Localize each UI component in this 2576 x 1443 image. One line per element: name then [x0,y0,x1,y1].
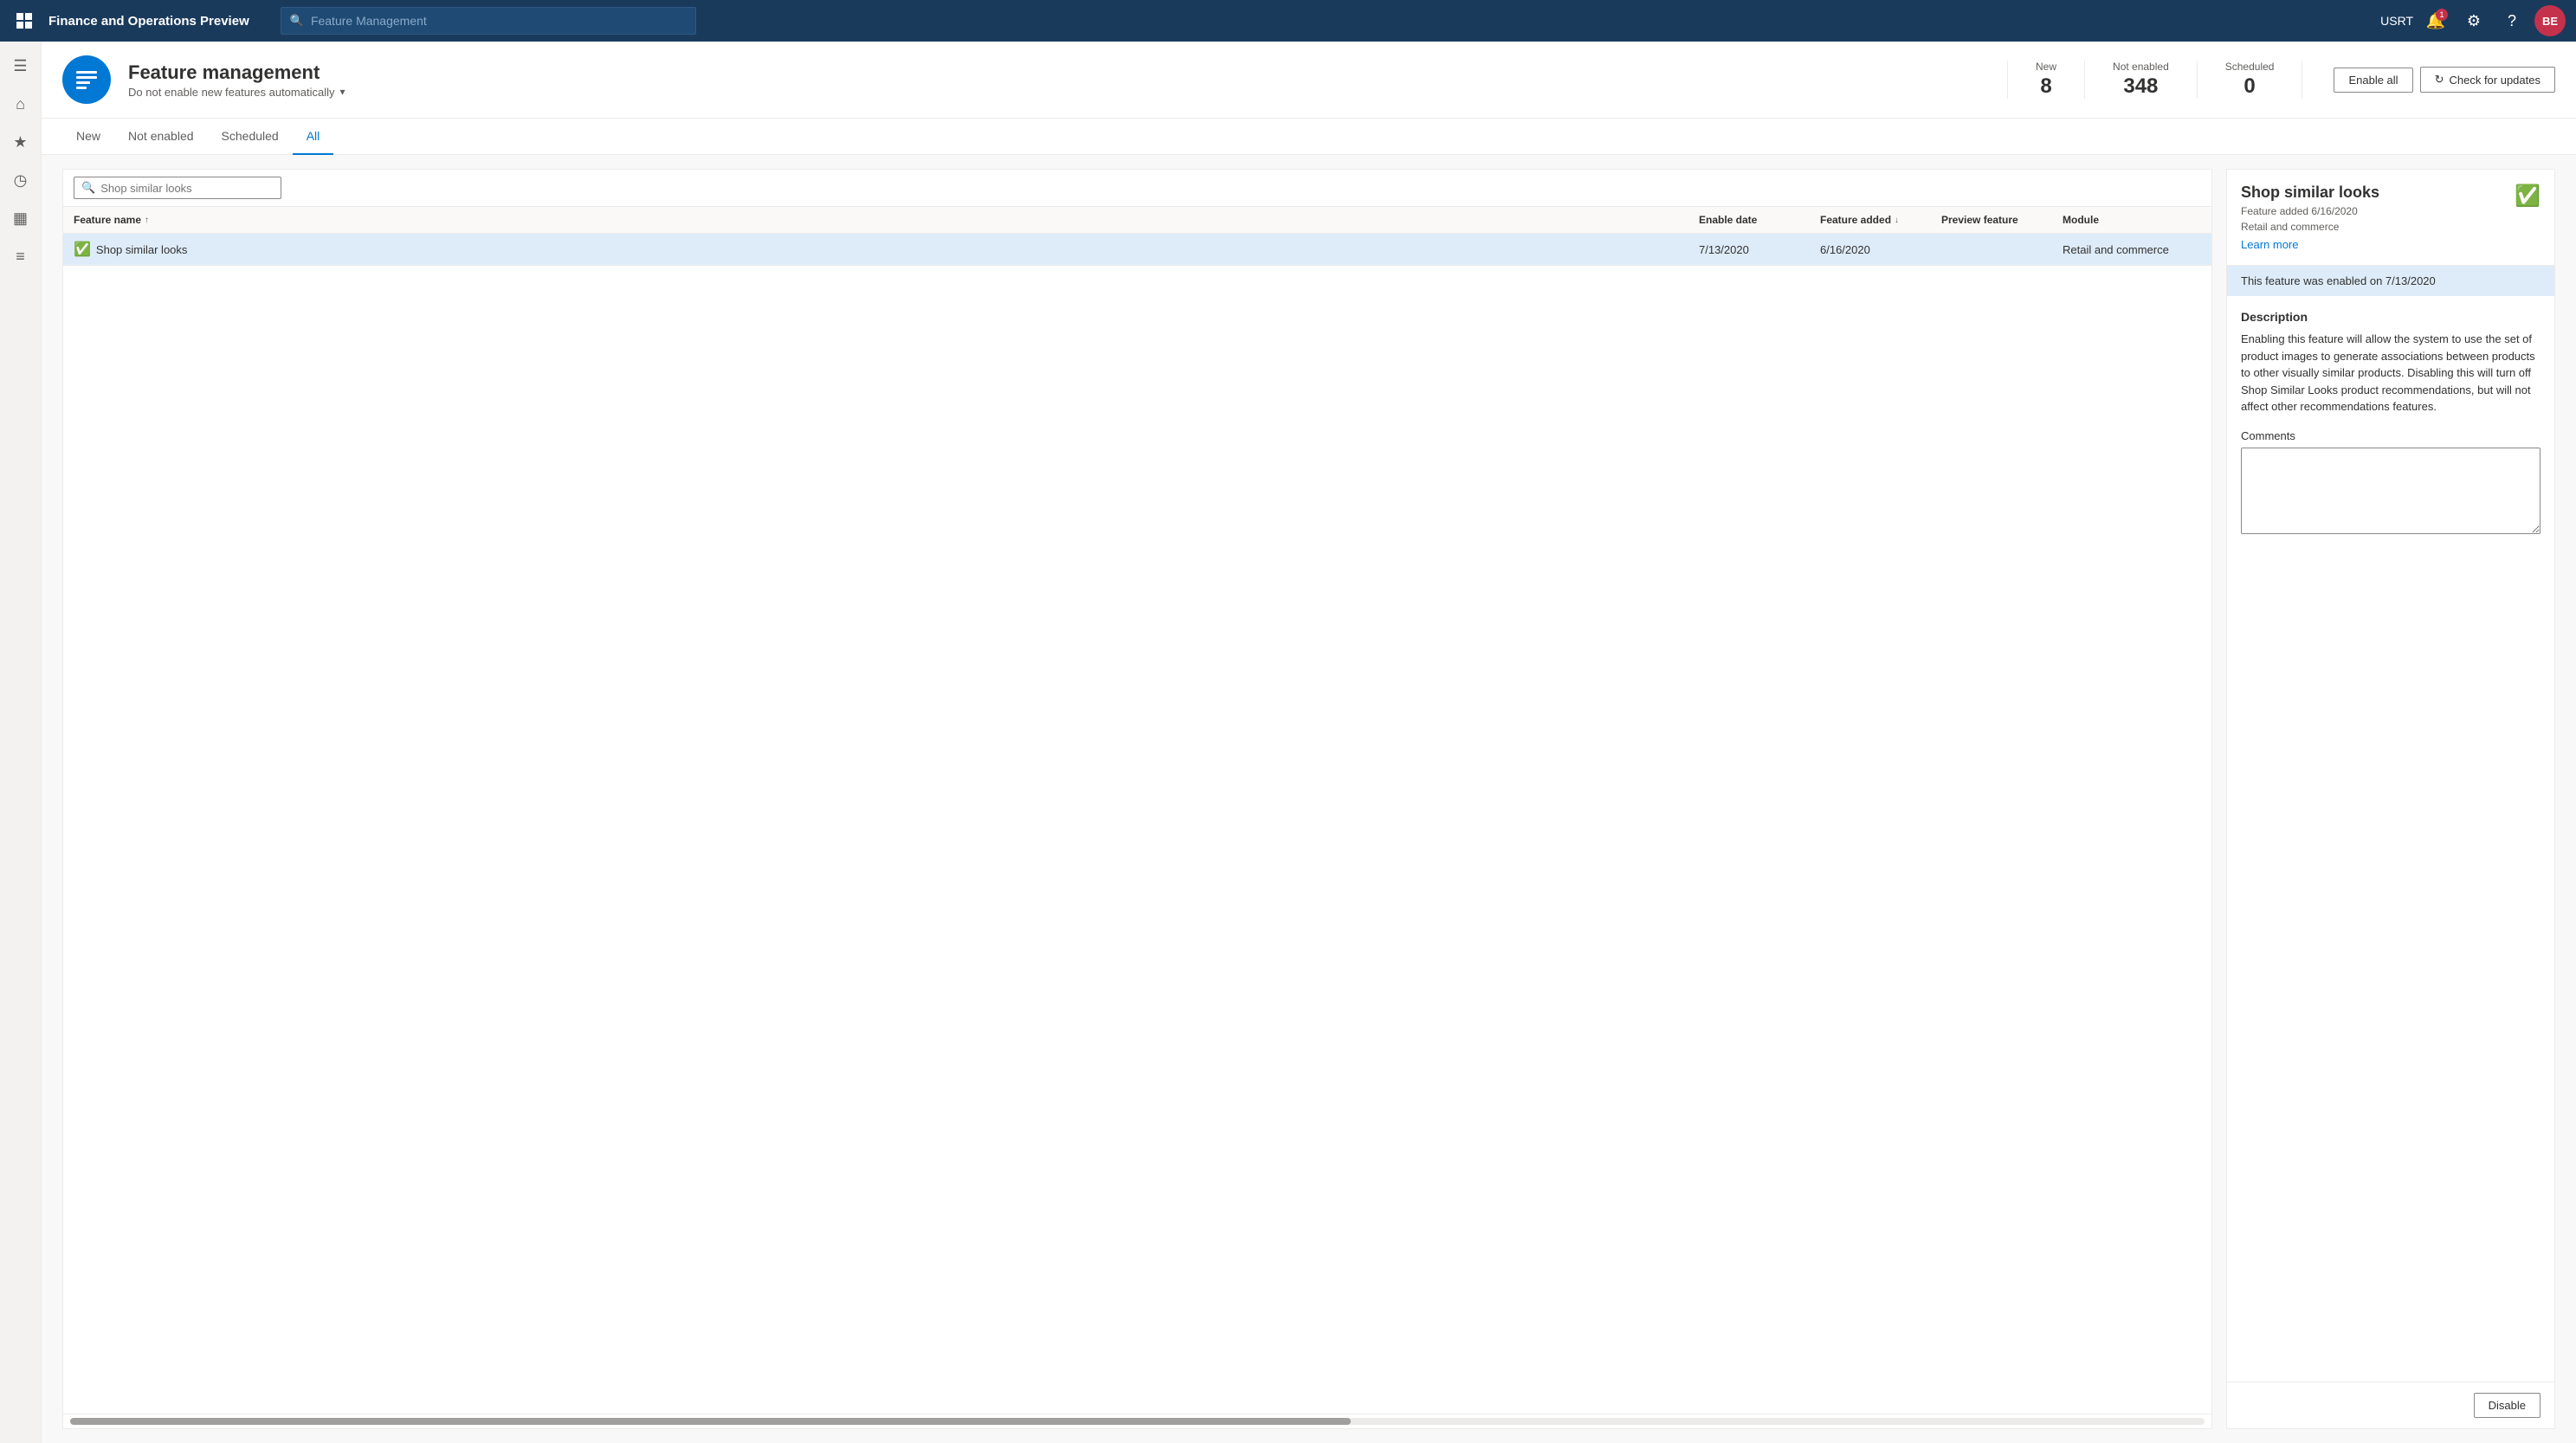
cell-feature-name: ✅ Shop similar looks [74,241,1699,258]
feature-table-panel: 🔍 Feature name ↑ Enable date Feature add… [62,169,2212,1429]
sidebar-item-modules[interactable]: ≡ [3,239,38,274]
col-module[interactable]: Module [2063,214,2201,226]
sort-asc-icon: ↑ [145,216,149,225]
detail-module: Retail and commerce [2241,221,2379,233]
stat-scheduled-label: Scheduled [2225,61,2275,73]
description-title: Description [2241,310,2540,324]
header-actions: Enable all ↻ Check for updates [2334,67,2555,93]
detail-title: Shop similar looks [2241,184,2379,202]
detail-header: Shop similar looks Feature added 6/16/20… [2227,170,2554,266]
enabled-check-icon: ✅ [74,241,91,258]
settings-button[interactable]: ⚙ [2458,5,2489,36]
notifications-button[interactable]: 🔔 1 [2420,5,2451,36]
sidebar-item-favorites[interactable]: ★ [3,125,38,159]
col-feature-name[interactable]: Feature name ↑ [74,214,1699,226]
stat-new: New 8 [2007,61,2085,99]
feature-mode-label: Do not enable new features automatically [128,86,334,99]
col-enable-date[interactable]: Enable date [1699,214,1820,226]
table-search-wrap[interactable]: 🔍 [74,177,281,199]
username-label: USRT [2380,14,2413,28]
table-search-input[interactable] [100,182,274,195]
app-grid-icon[interactable] [10,7,38,35]
table-row[interactable]: ✅ Shop similar looks 7/13/2020 6/16/2020… [63,234,2211,266]
page-icon [62,55,111,104]
search-input[interactable] [311,14,687,28]
refresh-icon: ↻ [2435,73,2444,87]
tab-all[interactable]: All [293,119,334,155]
scrollbar-thumb[interactable] [70,1418,1351,1425]
tab-not-enabled[interactable]: Not enabled [114,119,208,155]
stat-new-label: New [2036,61,2056,73]
app-layout: ☰ ⌂ ★ ◷ ▦ ≡ Feature management Do not en… [0,42,2576,1443]
page-title: Feature management [128,61,1990,84]
table-search-bar: 🔍 [63,170,2211,207]
col-preview-feature[interactable]: Preview feature [1941,214,2063,226]
detail-enabled-icon: ✅ [2515,184,2540,209]
stat-not-enabled-value: 348 [2113,74,2169,99]
detail-feature-added: Feature added 6/16/2020 [2241,205,2379,217]
notification-badge: 1 [2436,9,2448,21]
comments-label: Comments [2241,429,2540,442]
stat-scheduled: Scheduled 0 [2198,61,2303,99]
search-icon: 🔍 [290,14,304,28]
stats-area: New 8 Not enabled 348 Scheduled 0 [2007,61,2302,99]
sidebar-item-home[interactable]: ⌂ [3,87,38,121]
detail-enabled-banner: This feature was enabled on 7/13/2020 [2227,266,2554,296]
detail-panel: Shop similar looks Feature added 6/16/20… [2226,169,2555,1429]
cell-feature-added: 6/16/2020 [1820,243,1941,256]
detail-header-content: Shop similar looks Feature added 6/16/20… [2241,184,2379,251]
main-content: Feature management Do not enable new fea… [42,42,2576,1443]
detail-body: Description Enabling this feature will a… [2227,296,2554,1382]
feature-mode-selector[interactable]: Do not enable new features automatically… [128,86,1990,99]
tabs-bar: New Not enabled Scheduled All [42,119,2576,155]
cell-enable-date: 7/13/2020 [1699,243,1820,256]
tab-new[interactable]: New [62,119,114,155]
sidebar-item-workspaces[interactable]: ▦ [3,201,38,235]
check-updates-button[interactable]: ↻ Check for updates [2420,67,2555,93]
detail-footer: Disable [2227,1382,2554,1428]
col-feature-added[interactable]: Feature added ↓ [1820,214,1941,226]
comments-textarea[interactable] [2241,448,2540,534]
table-body: ✅ Shop similar looks 7/13/2020 6/16/2020… [63,234,2211,1414]
page-title-area: Feature management Do not enable new fea… [128,61,1990,99]
topnav-right: USRT 🔔 1 ⚙ ? BE [2380,5,2566,36]
scrollbar-track[interactable] [70,1418,2205,1425]
stat-not-enabled: Not enabled 348 [2085,61,2198,99]
disable-button[interactable]: Disable [2474,1393,2540,1418]
stat-scheduled-value: 0 [2225,74,2275,99]
stat-not-enabled-label: Not enabled [2113,61,2169,73]
cell-module: Retail and commerce [2063,243,2201,256]
avatar[interactable]: BE [2534,5,2566,36]
tab-scheduled[interactable]: Scheduled [208,119,293,155]
learn-more-link[interactable]: Learn more [2241,238,2298,251]
sidebar-item-recent[interactable]: ◷ [3,163,38,197]
chevron-down-icon: ▾ [339,86,345,98]
table-header: Feature name ↑ Enable date Feature added… [63,207,2211,234]
check-updates-label: Check for updates [2449,74,2540,87]
horizontal-scrollbar[interactable] [63,1414,2211,1428]
page-header: Feature management Do not enable new fea… [42,42,2576,119]
sidebar-item-menu[interactable]: ☰ [3,48,38,83]
help-button[interactable]: ? [2496,5,2528,36]
sidebar: ☰ ⌂ ★ ◷ ▦ ≡ [0,42,42,1443]
table-search-icon: 🔍 [81,181,95,195]
app-title: Finance and Operations Preview [48,14,249,29]
global-search[interactable]: 🔍 [281,7,696,35]
content-area: 🔍 Feature name ↑ Enable date Feature add… [42,155,2576,1443]
description-text: Enabling this feature will allow the sys… [2241,331,2540,416]
stat-new-value: 8 [2036,74,2056,99]
enable-all-button[interactable]: Enable all [2334,68,2412,93]
top-navigation: Finance and Operations Preview 🔍 USRT 🔔 … [0,0,2576,42]
sort-desc-icon: ↓ [1895,216,1899,225]
